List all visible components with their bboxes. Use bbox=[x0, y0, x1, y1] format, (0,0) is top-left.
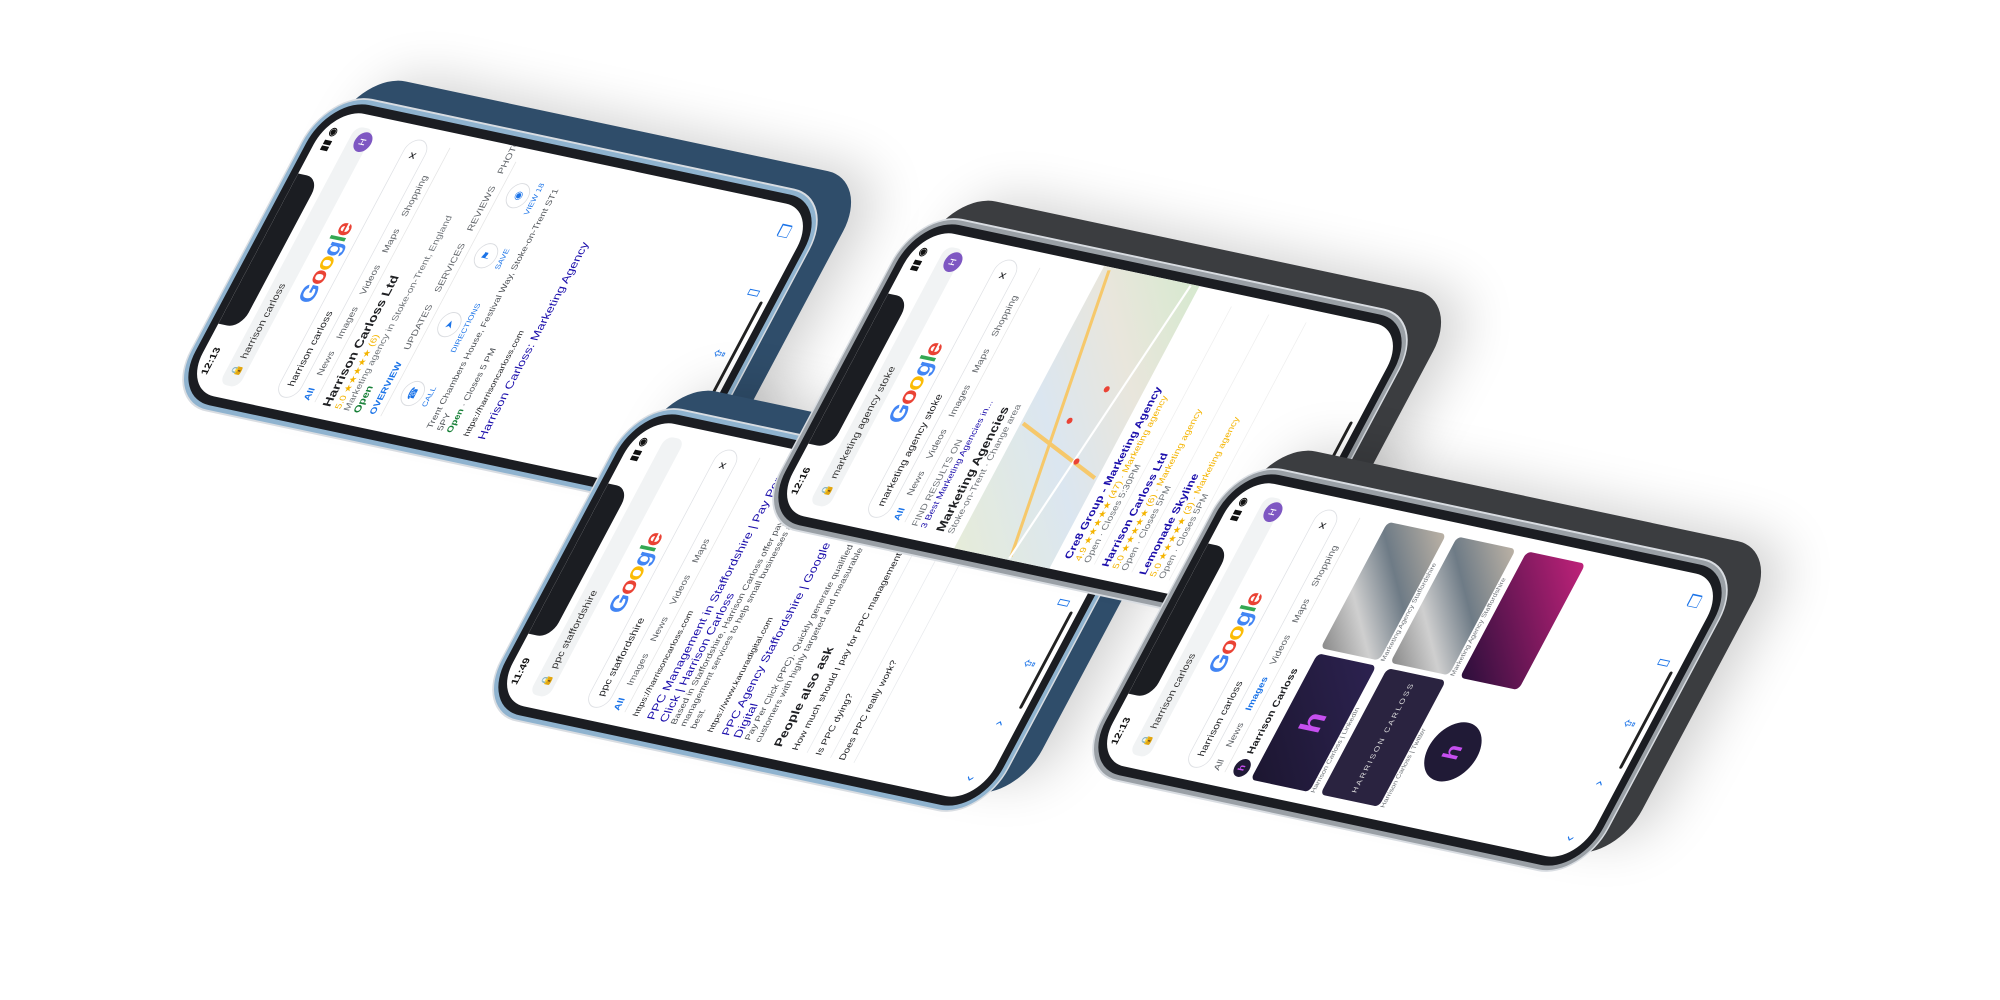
call-button[interactable]: ☎ CALL bbox=[396, 378, 439, 410]
save-button[interactable]: ⚑ SAVE bbox=[469, 241, 512, 272]
map-pin-icon[interactable]: ● bbox=[1098, 384, 1116, 395]
lock-icon: 🔒 bbox=[1138, 732, 1156, 749]
logo-icon: h bbox=[1230, 757, 1255, 779]
tab-all[interactable]: All bbox=[1212, 759, 1227, 772]
forward-icon[interactable]: › bbox=[1590, 779, 1608, 788]
lock-icon: 🔒 bbox=[538, 672, 556, 689]
close-icon[interactable]: ✕ bbox=[995, 270, 1010, 281]
tab-all[interactable]: All bbox=[892, 507, 907, 521]
lock-icon: 🔒 bbox=[228, 362, 246, 379]
forward-icon[interactable]: › bbox=[990, 719, 1008, 728]
map-pin-icon[interactable]: ● bbox=[1061, 415, 1079, 426]
close-icon[interactable]: ✕ bbox=[405, 150, 420, 161]
close-icon[interactable]: ✕ bbox=[1315, 520, 1330, 531]
lock-icon: 🔒 bbox=[818, 482, 836, 499]
close-icon[interactable]: ✕ bbox=[715, 460, 730, 471]
tab-all[interactable]: All bbox=[302, 387, 317, 401]
product-mockup-scene: 12:13 ▮▮ ◉ 🔒 harrison carloss H Google har… bbox=[0, 0, 2000, 1000]
tab-all[interactable]: All bbox=[612, 697, 627, 711]
